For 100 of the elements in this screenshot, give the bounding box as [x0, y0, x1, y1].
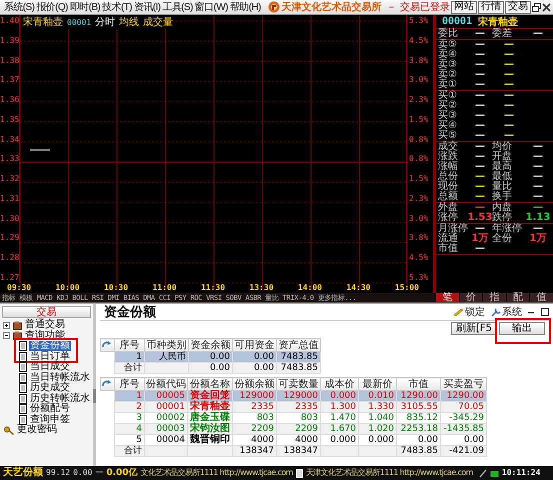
document-icon [296, 468, 303, 478]
quote-label: 最低 [492, 172, 513, 182]
price-label: 1.40 [0, 16, 19, 25]
tree-item[interactable]: 查询申签 [29, 414, 71, 425]
tree-item[interactable]: 当日订单 [29, 352, 71, 362]
quote-value: — [533, 162, 543, 172]
percent-label: 3.0% [408, 75, 430, 84]
time-label: 14:00 [298, 283, 322, 293]
toolbar-button[interactable]: 锁定 [454, 305, 485, 319]
quote-label: 外盘 [438, 203, 459, 213]
quote-value: — [504, 91, 514, 101]
price-label: 1.33 [0, 154, 19, 164]
tree-item[interactable]: 当日转帐流水 [29, 372, 91, 383]
percent-label: 3.0% [408, 214, 430, 223]
toolbar-button[interactable]: 系统 [491, 305, 522, 319]
news-ticker[interactable]: 天津文化艺术品交易所1111 http://www.tjcae.com [306, 467, 473, 479]
table-cell: 1 [114, 352, 144, 362]
page-title: 资金份额 [103, 304, 156, 321]
quote-value: — [504, 60, 514, 70]
column-header: 份额余额 [232, 378, 276, 390]
exchange-title: 天津文化艺术品交易所 [282, 0, 382, 14]
close-icon [542, 2, 551, 12]
table-cell: 人民币 [144, 352, 188, 362]
table-cell: 合计 [114, 362, 144, 374]
menu-item[interactable]: 技术(T) [101, 0, 133, 14]
tree-item[interactable]: 普通交易 [24, 320, 66, 330]
quote-value: — [504, 121, 514, 131]
panel-tab[interactable]: 值 [529, 293, 553, 302]
percent-label: 1.5% [408, 114, 430, 124]
panel-tab[interactable]: 笔 [435, 293, 459, 302]
quote-label: 买④ [438, 121, 458, 131]
menu-item[interactable]: 系统(S) [3, 0, 36, 14]
tree-item[interactable]: 份额配号 [29, 404, 71, 414]
quote-label: 涨停 [438, 213, 458, 223]
expand-toggle[interactable] [3, 322, 10, 329]
menu-item[interactable]: 即时(B) [68, 0, 102, 14]
quote-label: 涨幅 [438, 162, 459, 172]
quote-label: 最高 [492, 162, 513, 172]
time-label: 10:00 [55, 283, 80, 293]
quote-label: 均价 [492, 142, 513, 152]
quote-value: — [475, 152, 485, 162]
scrollbar[interactable] [93, 389, 96, 403]
chart-label[interactable]: 均线 [119, 15, 140, 29]
price-label: 1.35 [0, 114, 19, 124]
quote-value: — [475, 121, 485, 131]
column-header: 序号 [114, 338, 144, 352]
quote-value: 1万 [530, 234, 546, 244]
table-cell: 4 [114, 424, 144, 434]
quote-value: — [475, 111, 485, 121]
action-button[interactable]: 输出 [499, 322, 545, 335]
time-label: 10:30 [104, 283, 128, 293]
column-header: 市值 [396, 378, 440, 390]
time-label: 11:00 [152, 283, 177, 293]
quote-label: 成交 [438, 142, 459, 152]
panel-tab[interactable]: 价 [458, 293, 482, 302]
login-status: － 交易已登录 [386, 0, 450, 14]
percent-label: 0.8% [408, 134, 430, 144]
table-cell: 资金回笼 [188, 390, 232, 402]
menu-item[interactable]: 报价(Q) [35, 0, 69, 14]
menu-item[interactable]: 工具(S) [161, 0, 194, 14]
quote-value: — [475, 70, 485, 80]
time-label: 11:30 [200, 283, 226, 293]
percent-label: 0.8% [408, 154, 430, 164]
quote-value: — [504, 40, 514, 50]
news-ticker[interactable]: 文化艺术品交易所1111 http://www.tjcae.com [140, 467, 293, 479]
quote-value: — [533, 172, 543, 182]
menu-item[interactable]: 窗口(W) [194, 0, 229, 14]
tree-item[interactable]: 历史成交 [29, 383, 71, 394]
menu-item[interactable]: 资讯(I) [132, 0, 162, 14]
percent-label: 2.3% [408, 194, 430, 203]
time-label: 15:00 [394, 283, 419, 293]
tree-item[interactable]: 更改密码 [16, 425, 58, 436]
tree-item[interactable]: 历史转帐流水 [29, 394, 91, 404]
quote-value: — [504, 111, 514, 121]
quote-label: 跌停 [492, 213, 512, 223]
tree-item[interactable]: 资金份额 [29, 341, 71, 352]
expand-toggle[interactable] [3, 332, 10, 340]
tree-item[interactable]: 当日成交 [29, 362, 71, 372]
quote-label: 内盘 [492, 203, 513, 213]
table-cell: 合计 [114, 446, 144, 456]
index-name: 天艺份额 [3, 467, 43, 479]
toolbar-button[interactable]: 交易 [505, 0, 531, 14]
price-label: 1.32 [0, 174, 19, 184]
quote-value: — [504, 70, 514, 80]
refresh-icon [102, 380, 111, 388]
chart-label[interactable]: 成交量 [143, 15, 174, 29]
quote-label: 月涨停 [438, 224, 468, 234]
menu-item[interactable]: 帮助(H) [228, 0, 262, 14]
panel-tab[interactable]: 配 [506, 293, 530, 302]
action-button[interactable]: 刷新[F5 [451, 322, 497, 335]
price-label: 1.28 [0, 253, 19, 262]
folder-icon [13, 320, 22, 330]
logo-icon [268, 1, 280, 13]
toolbar-button[interactable]: 网站 [451, 0, 477, 14]
toolbar-button[interactable]: 行情 [478, 0, 504, 14]
quote-label: 买⑤ [438, 131, 457, 141]
percent-label: 3.8% [408, 233, 430, 242]
column-header: 可用资金 [232, 338, 276, 352]
panel-tab[interactable]: 指 [482, 293, 506, 302]
chart-label[interactable]: 分时 [95, 15, 116, 29]
